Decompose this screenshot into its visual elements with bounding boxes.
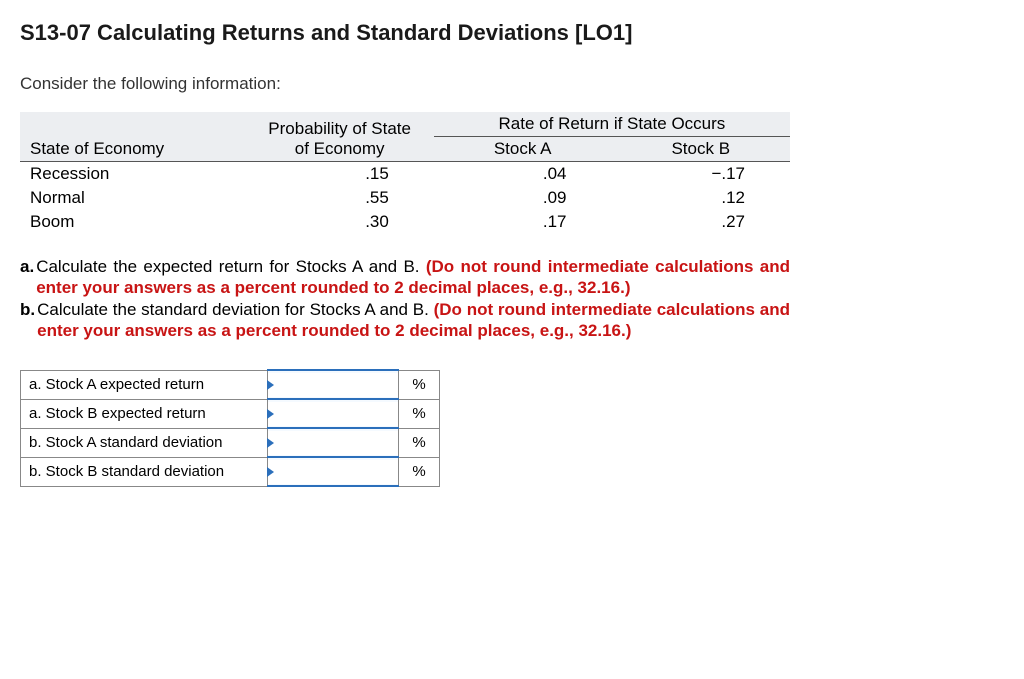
stock-b-cell: −.17 [612,162,790,187]
stock-b-std-dev-input[interactable] [268,460,398,484]
stock-a-cell: .04 [434,162,612,187]
answer-row: a. Stock B expected return % [21,399,440,428]
unit-label: % [399,399,440,428]
prob-cell: .30 [245,210,433,234]
stock-a-cell: .09 [434,186,612,210]
unit-label: % [399,370,440,399]
answer-label: a. Stock B expected return [21,399,268,428]
answer-label: b. Stock A standard deviation [21,428,268,457]
state-cell: Recession [20,162,245,187]
state-cell: Normal [20,186,245,210]
stock-a-expected-return-input[interactable] [268,373,398,397]
stock-a-cell: .17 [434,210,612,234]
question-letter: a. [20,256,34,299]
data-table: Probability of State of Economy Rate of … [20,112,790,234]
triangle-icon [267,380,274,390]
answer-table: a. Stock A expected return % a. Stock B … [20,369,440,487]
answer-row: b. Stock A standard deviation % [21,428,440,457]
questions-block: a. Calculate the expected return for Sto… [20,256,790,341]
stock-b-cell: .27 [612,210,790,234]
stock-a-std-dev-input[interactable] [268,431,398,455]
triangle-icon [267,409,274,419]
state-cell: Boom [20,210,245,234]
ror-header: Rate of Return if State Occurs [434,112,790,137]
col-prob-line1: Probability of State [268,119,411,138]
triangle-icon [267,467,274,477]
question-b-text: Calculate the standard deviation for Sto… [37,300,434,319]
answer-row: a. Stock A expected return % [21,370,440,399]
unit-label: % [399,457,440,486]
answer-label: a. Stock A expected return [21,370,268,399]
stock-b-cell: .12 [612,186,790,210]
prob-cell: .55 [245,186,433,210]
question-letter: b. [20,299,35,342]
col-stock-b: Stock B [612,137,790,162]
col-stock-a: Stock A [434,137,612,162]
table-row: Recession .15 .04 −.17 [20,162,790,187]
question-a-text: Calculate the expected return for Stocks… [36,257,426,276]
col-state: State of Economy [20,137,245,162]
page-title: S13-07 Calculating Returns and Standard … [20,20,1004,46]
unit-label: % [399,428,440,457]
triangle-icon [267,438,274,448]
answer-label: b. Stock B standard deviation [21,457,268,486]
intro-text: Consider the following information: [20,74,1004,94]
table-row: Boom .30 .17 .27 [20,210,790,234]
prob-cell: .15 [245,162,433,187]
table-row: Normal .55 .09 .12 [20,186,790,210]
stock-b-expected-return-input[interactable] [268,402,398,426]
answer-row: b. Stock B standard deviation % [21,457,440,486]
col-prob-line2: of Economy [295,139,385,158]
